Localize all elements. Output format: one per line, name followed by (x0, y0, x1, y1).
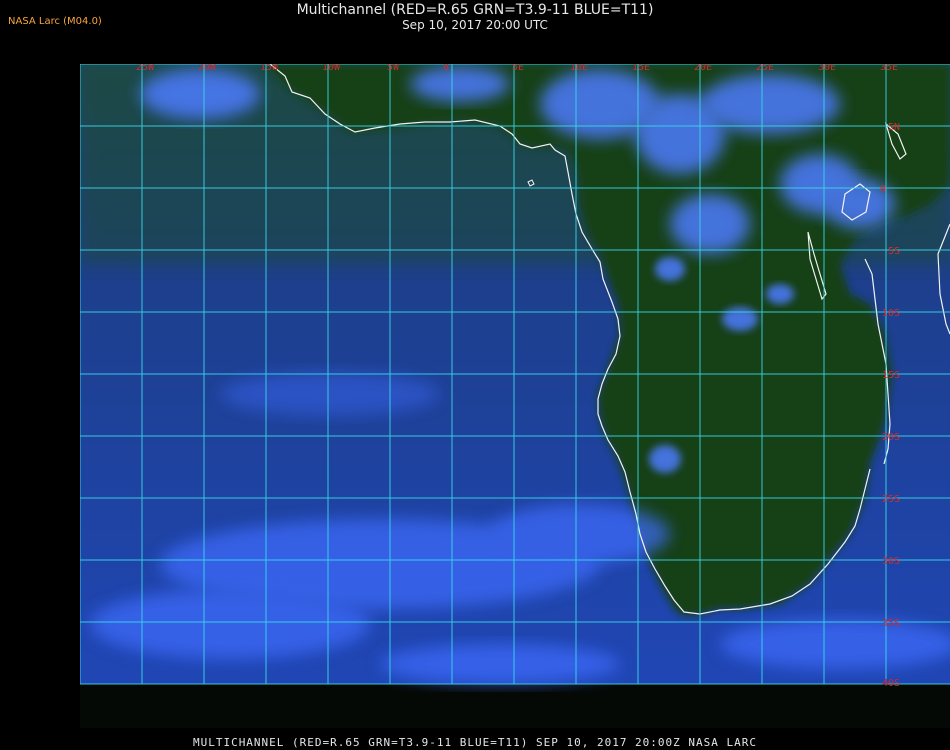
lon-label-25w: 25W (136, 64, 155, 73)
image-timestamp: Sep 10, 2017 20:00 UTC (402, 18, 548, 32)
lon-label-10e: 10E (570, 64, 588, 73)
lat-label-40s: 40S (882, 678, 900, 689)
lon-label-5w: 5W (387, 64, 400, 73)
lat-label-30s: 30S (882, 556, 900, 567)
satellite-image: 25W 20W 15W 10W 5W 0 5E 10E 15E 20E 25E … (80, 64, 950, 689)
footer-caption: MULTICHANNEL (RED=R.65 GRN=T3.9-11 BLUE=… (192, 736, 758, 749)
lon-label-15w: 15W (260, 64, 279, 73)
satellite-map-panel: 25W 20W 15W 10W 5W 0 5E 10E 15E 20E 25E … (80, 64, 950, 728)
lon-label-20e: 20E (694, 64, 712, 73)
lon-label-30e: 30E (818, 64, 836, 73)
lon-label-10w: 10W (322, 64, 341, 73)
lat-label-25s: 25S (882, 494, 900, 505)
lon-label-15e: 15E (632, 64, 650, 73)
lat-label-10s: 10S (882, 308, 900, 319)
lon-label-20w: 20W (198, 64, 217, 73)
lat-label-5n: 5N (888, 122, 900, 133)
lon-label-0: 0 (443, 64, 449, 73)
lat-label-5s: 5S (888, 246, 900, 257)
lon-label-25e: 25E (756, 64, 774, 73)
lat-label-15s: 15S (882, 370, 900, 381)
lat-label-35s: 35S (882, 618, 900, 629)
lon-label-5e: 5E (512, 64, 524, 73)
lat-label-0: 0 (880, 184, 886, 195)
lat-label-20s: 20S (882, 432, 900, 443)
image-title: Multichannel (RED=R.65 GRN=T3.9-11 BLUE=… (296, 2, 654, 18)
lon-label-35e: 35E (880, 64, 898, 73)
